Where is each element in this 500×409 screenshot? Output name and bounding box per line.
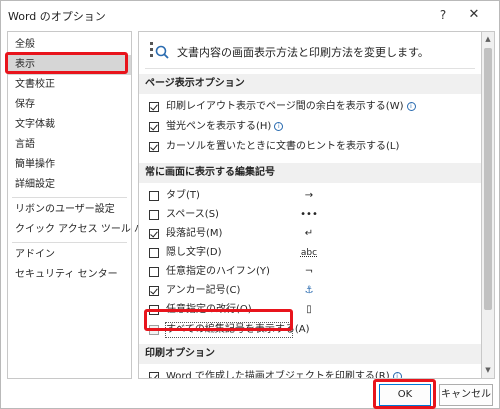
title-bar: Word のオプション ? ✕: [1, 1, 499, 31]
checkbox[interactable]: [149, 102, 159, 112]
nav-item-proofing[interactable]: 文書校正: [8, 75, 131, 95]
word-options-dialog: Word のオプション ? ✕ 全般 表示 文書校正 保存 文字体裁 言語 簡単…: [0, 0, 500, 409]
info-icon[interactable]: i: [392, 371, 402, 378]
checkbox[interactable]: [149, 372, 159, 378]
ok-button[interactable]: OK: [379, 384, 431, 406]
section-page-display-title: ページ表示オプション: [139, 74, 481, 94]
checkbox[interactable]: [149, 191, 159, 201]
nav-item-typography[interactable]: 文字体裁: [8, 115, 131, 135]
anchor-icon: ⚓: [304, 285, 314, 296]
checkbox[interactable]: [149, 267, 159, 277]
content-scrollbar[interactable]: ▲ ▼: [482, 31, 495, 379]
tab-mark-icon: →: [304, 190, 314, 201]
info-icon[interactable]: i: [274, 121, 284, 131]
help-icon[interactable]: ?: [434, 6, 452, 24]
space-mark-icon: •••: [300, 209, 318, 220]
panel-description: 文書内容の画面表示方法と印刷方法を変更します。: [177, 46, 429, 59]
options-nav: 全般 表示 文書校正 保存 文字体裁 言語 簡単操作 詳細設定 リボンのユーザー…: [7, 31, 154, 379]
nav-item-add-ins[interactable]: アドイン: [8, 245, 131, 265]
close-icon[interactable]: ✕: [465, 6, 483, 24]
nav-item-save[interactable]: 保存: [8, 95, 131, 115]
checkbox[interactable]: [149, 229, 159, 239]
checkbox[interactable]: [149, 122, 159, 132]
checkbox[interactable]: [149, 248, 159, 258]
scroll-thumb[interactable]: [484, 48, 492, 310]
checkbox[interactable]: [149, 142, 159, 152]
info-icon[interactable]: i: [406, 101, 416, 111]
highlight-show-all-marks: [144, 309, 293, 331]
highlight-display-nav: [5, 52, 128, 74]
cancel-button[interactable]: キャンセル: [439, 384, 493, 406]
hyphen-mark-icon: ¬: [304, 266, 314, 277]
header-divider: [145, 68, 475, 69]
hidden-text-icon: abc: [300, 248, 318, 258]
checkbox[interactable]: [149, 210, 159, 220]
nav-divider: [12, 197, 127, 198]
paragraph-mark-icon: ↵: [304, 228, 314, 239]
nav-item-accessibility[interactable]: 簡単操作: [8, 155, 131, 175]
dialog-title: Word のオプション: [8, 10, 106, 23]
nav-item-customize-ribbon[interactable]: リボンのユーザー設定: [8, 200, 131, 220]
scroll-up-arrow-icon[interactable]: ▲: [483, 34, 493, 44]
nav-item-trust-center[interactable]: セキュリティ センター: [8, 265, 131, 285]
scroll-down-arrow-icon[interactable]: ▼: [483, 365, 493, 375]
nav-item-advanced[interactable]: 詳細設定: [8, 175, 131, 195]
nav-item-quick-access-toolbar[interactable]: クイック アクセス ツール バー: [8, 220, 154, 240]
section-formatting-marks-title: 常に画面に表示する編集記号: [139, 163, 481, 183]
optional-break-icon: ▯: [306, 304, 312, 315]
checkbox[interactable]: [149, 286, 159, 296]
nav-divider: [12, 242, 127, 243]
display-settings-icon: [150, 42, 169, 59]
section-print-title: 印刷オプション: [139, 344, 481, 364]
nav-item-language[interactable]: 言語: [8, 135, 131, 155]
